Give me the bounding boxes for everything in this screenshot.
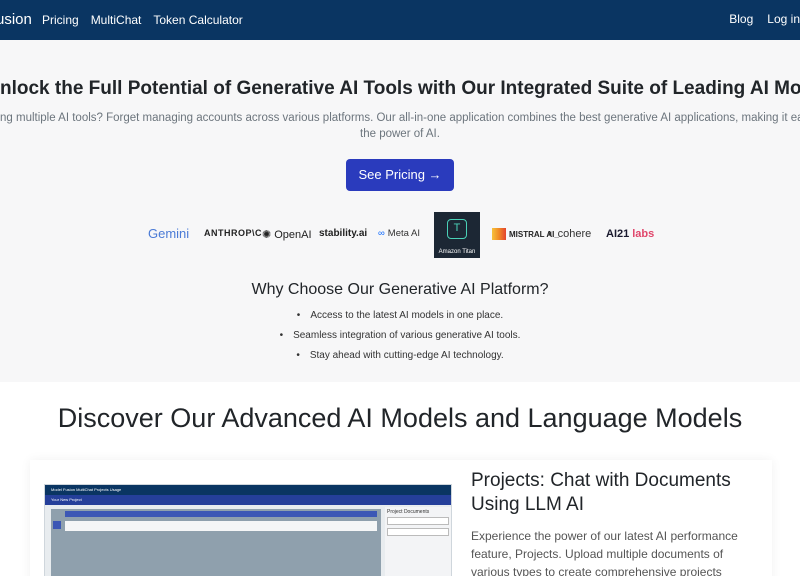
see-pricing-button[interactable]: See Pricing → <box>346 159 454 191</box>
nav-link-token-calculator[interactable]: Token Calculator <box>153 13 242 27</box>
discover-title: Discover Our Advanced AI Models and Lang… <box>57 403 743 433</box>
meta-infinity-icon: ∞ <box>378 228 385 239</box>
projects-title: Projects: Chat with Documents Using LLM … <box>471 470 731 515</box>
hero-title: nlock the Full Potential of Generative A… <box>0 78 800 99</box>
screenshot-navbar: Model Fusion MultiChat Projects Usage <box>45 485 451 495</box>
screenshot-panel-input <box>387 517 449 525</box>
screenshot-subheader: Your New Project <box>45 495 451 505</box>
screenshot-side-button <box>53 521 61 529</box>
nav-link-multichat[interactable]: MultiChat <box>91 13 142 27</box>
ai21-logo: AI21 labs <box>606 228 655 240</box>
nav-right: Blog Log in <box>729 12 800 26</box>
screenshot-input <box>65 521 377 531</box>
nav-link-login[interactable]: Log in <box>767 12 800 26</box>
screenshot-chat-area <box>51 509 381 576</box>
mistral-icon <box>492 228 506 240</box>
hero-lead: ng multiple AI tools? Forget managing ac… <box>0 110 800 142</box>
screenshot-panel-title: Project Documents <box>387 509 430 515</box>
projects-description: Experience the power of our latest AI pe… <box>471 529 738 576</box>
partner-logos: Gemini ANTHROP\C ✺ OpenAI stability.ai ∞ M… <box>148 212 658 258</box>
nav-link-pricing[interactable]: Pricing <box>42 13 79 27</box>
hero-section: nlock the Full Potential of Generative A… <box>0 40 800 382</box>
hero-lead-line1: ng multiple AI tools? Forget managing ac… <box>0 112 800 124</box>
projects-screenshot: Model Fusion MultiChat Projects Usage Yo… <box>44 484 452 576</box>
top-navbar: usion Pricing MultiChat Token Calculator… <box>0 0 800 40</box>
stability-logo: stability.ai <box>319 228 368 239</box>
why-title: Why Choose Our Generative AI Platform? <box>251 281 549 298</box>
openai-logo: ✺ OpenAI <box>262 228 312 242</box>
openai-icon: ✺ <box>262 229 272 241</box>
why-bullets: Access to the latest AI models in one pl… <box>0 308 800 368</box>
meta-logo: ∞ Meta AI <box>378 228 420 239</box>
list-item: Seamless integration of various generati… <box>0 328 800 348</box>
hero-lead-line2: the power of AI. <box>360 128 440 140</box>
nav-link-blog[interactable]: Blog <box>729 12 753 26</box>
list-item: Access to the latest AI models in one pl… <box>0 308 800 328</box>
cohere-logo: ◐ cohere <box>548 228 592 240</box>
brand-logo[interactable]: usion <box>0 11 32 28</box>
gemini-logo: Gemini <box>148 226 190 241</box>
nav-links: Pricing MultiChat Token Calculator <box>42 13 243 27</box>
titan-icon: T <box>447 219 467 239</box>
anthropic-logo: ANTHROP\C <box>204 228 262 238</box>
screenshot-documents-panel: Project Documents <box>385 507 451 576</box>
screenshot-toolbar <box>65 511 377 517</box>
cohere-icon: ◐ <box>548 228 555 240</box>
amazon-titan-logo: T Amazon Titan <box>434 212 480 258</box>
screenshot-panel-file <box>387 528 449 536</box>
list-item: Stay ahead with cutting-edge AI technolo… <box>0 348 800 368</box>
